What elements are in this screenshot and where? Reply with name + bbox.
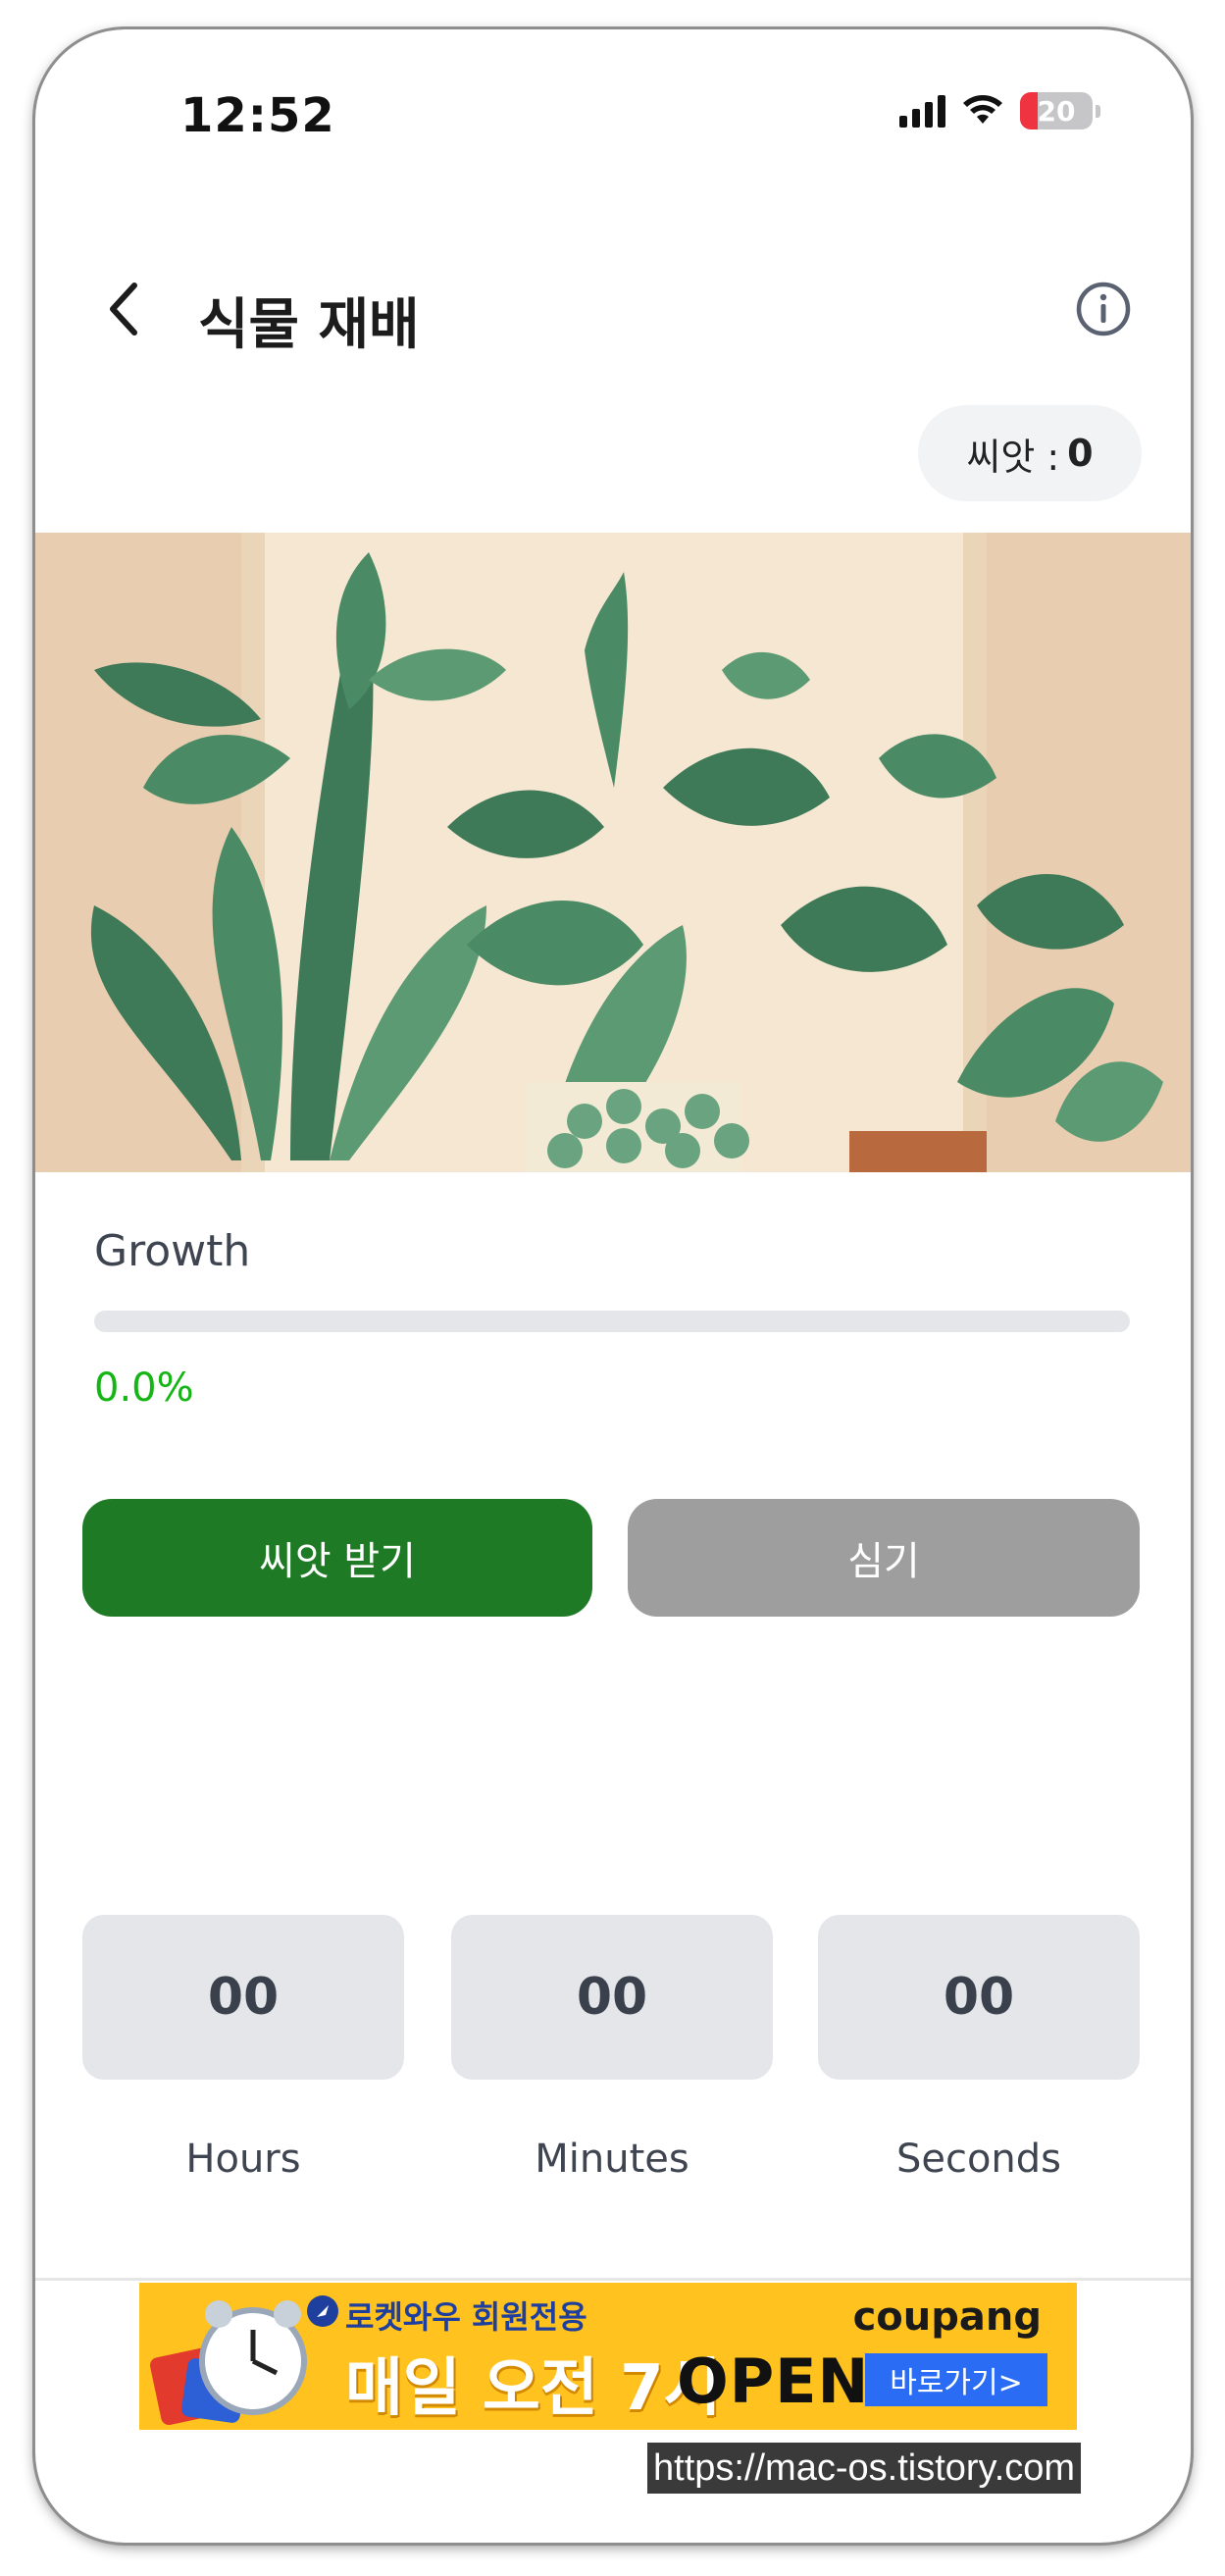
ad-brand-logo: coupang	[852, 2294, 1042, 2340]
page-title: 식물 재배	[198, 293, 420, 357]
rocket-icon	[307, 2295, 338, 2327]
timer-seconds: 00	[818, 1915, 1140, 2080]
app-header: 식물 재배	[35, 245, 1191, 373]
status-icons: 20	[899, 92, 1100, 129]
info-button[interactable]	[1071, 277, 1136, 341]
plant-button[interactable]: 심기	[628, 1499, 1140, 1617]
seed-count-badge: 씨앗 : 0	[918, 405, 1142, 501]
status-bar: 12:52 20	[35, 29, 1191, 147]
ad-banner[interactable]: 로켓와우 회원전용 매일 오전 7시 OPEN coupang 바로가기>	[139, 2283, 1077, 2430]
status-time: 12:52	[180, 88, 335, 143]
signal-icon	[899, 94, 945, 128]
wifi-icon	[963, 95, 1002, 124]
get-seed-button[interactable]: 씨앗 받기	[82, 1499, 592, 1617]
timer-minutes: 00	[451, 1915, 773, 2080]
alarm-clock-icon	[149, 2300, 307, 2426]
back-chevron-icon	[110, 283, 137, 335]
divider	[35, 2278, 1191, 2281]
plant-illustration	[35, 533, 1191, 1172]
growth-label: Growth	[94, 1226, 251, 1276]
battery-level: 20	[1037, 94, 1076, 128]
growth-percent: 0.0%	[94, 1365, 194, 1411]
battery-icon: 20	[1020, 92, 1100, 129]
seed-count-value: 0	[1067, 432, 1094, 475]
timer-seconds-label: Seconds	[895, 2137, 1062, 2182]
timer-minutes-label: Minutes	[535, 2137, 689, 2182]
seed-count-label: 씨앗 :	[966, 435, 1060, 479]
ad-open-text: OPEN	[677, 2345, 870, 2417]
timer-hours: 00	[82, 1915, 404, 2080]
info-icon	[1076, 282, 1131, 336]
ad-top-text: 로켓와우 회원전용	[345, 2298, 587, 2336]
timer-hours-label: Hours	[185, 2137, 301, 2182]
ad-cta-button[interactable]: 바로가기>	[865, 2353, 1047, 2406]
phone-screen: 12:52 20 식물 재배 씨앗: 0 Growth 0.0% 씨앗 받기 …	[35, 29, 1191, 2543]
back-button[interactable]	[90, 275, 159, 343]
growth-progress-bar	[94, 1311, 1130, 1332]
watermark: https://mac-os.tistory.com	[647, 2443, 1082, 2494]
ad-headline: 매일 오전 7시	[345, 2352, 722, 2425]
